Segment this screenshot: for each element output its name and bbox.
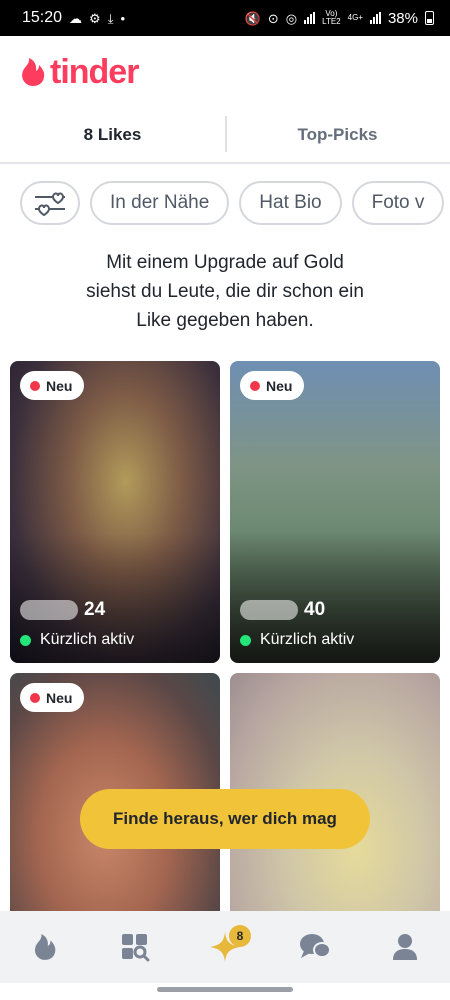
profile-icon [393, 934, 417, 960]
filter-chip-has-bio[interactable]: Hat Bio [239, 181, 342, 225]
home-indicator[interactable] [157, 987, 293, 992]
likes-count-badge: 8 [229, 925, 251, 947]
filter-bar: In der Nähe Hat Bio Foto v [20, 181, 450, 225]
card-age: 40 [304, 599, 326, 620]
volte-label: Vo) LTE2 [322, 10, 341, 26]
notification-dot-icon: • [120, 10, 126, 26]
card-age: 24 [84, 599, 106, 620]
new-dot-icon [30, 380, 40, 391]
flame-icon [34, 934, 56, 960]
logo-text: tinder [50, 52, 139, 91]
new-badge: Neu [20, 371, 85, 400]
likes-tabs: 8 Likes Top-Picks [0, 108, 450, 164]
mute-icon: 🔇 [244, 10, 261, 26]
like-card[interactable]: Neu 24 Kürzlich aktiv [10, 361, 220, 663]
card-info: 40 Kürzlich aktiv [240, 599, 430, 649]
filter-chip-photo[interactable]: Foto v [351, 181, 445, 225]
nav-profile[interactable] [375, 917, 435, 977]
nav-explore[interactable] [105, 917, 165, 977]
location-icon: ⊙ [267, 10, 279, 26]
battery-icon [425, 11, 434, 25]
active-status: Kürzlich aktiv [20, 631, 210, 649]
name-row: 24 [20, 599, 210, 621]
explore-icon [122, 934, 150, 962]
filter-sliders-icon [35, 192, 65, 217]
online-dot-icon [20, 634, 31, 646]
settings-icon: ⚙ [89, 10, 101, 26]
active-status-label: Kürzlich aktiv [40, 631, 135, 648]
network-4g-label: 4G+ [347, 13, 363, 22]
new-badge: Neu [20, 683, 85, 712]
new-badge-label: Neu [46, 377, 73, 394]
filter-chip-nearby[interactable]: In der Nähe [90, 181, 230, 225]
upgrade-line-3: Like gegeben haben. [136, 310, 314, 331]
download-icon: ⤓ [107, 10, 114, 26]
status-bar-left: 15:20 ☁ ⚙ ⤓ • [22, 9, 125, 27]
blurred-name [20, 600, 78, 620]
online-dot-icon [240, 634, 251, 646]
tab-divider [225, 116, 227, 152]
chat-icon [300, 934, 331, 958]
signal-2-icon [369, 12, 381, 24]
active-status-label: Kürzlich aktiv [260, 631, 355, 648]
active-status: Kürzlich aktiv [240, 631, 430, 649]
new-badge-label: Neu [266, 377, 293, 394]
nav-likes[interactable]: 8 [195, 917, 255, 977]
status-bar: 15:20 ☁ ⚙ ⤓ • 🔇 ⊙ ◎ Vo) LTE2 4G+ 38% [0, 0, 450, 36]
cloud-icon: ☁ [69, 10, 83, 26]
nav-chat[interactable] [285, 917, 345, 977]
status-bar-right: 🔇 ⊙ ◎ Vo) LTE2 4G+ 38% [245, 10, 434, 27]
tinder-logo: tinder [20, 52, 139, 92]
new-dot-icon [250, 380, 260, 391]
hotspot-icon: ◎ [285, 10, 298, 26]
card-info: 24 Kürzlich aktiv [20, 599, 210, 649]
volte-label-bottom: LTE2 [322, 17, 341, 26]
signal-icon [304, 12, 316, 24]
nav-swipe[interactable] [15, 917, 75, 977]
find-out-who-likes-you-button[interactable]: Finde heraus, wer dich mag [80, 789, 370, 849]
status-time: 15:20 [22, 9, 63, 26]
upgrade-line-1: Mit einem Upgrade auf Gold [106, 252, 344, 273]
bottom-nav: 8 [0, 911, 450, 983]
blurred-name [240, 600, 298, 620]
tab-top-picks[interactable]: Top-Picks [225, 108, 450, 162]
filter-settings-button[interactable] [20, 181, 80, 225]
battery-percent: 38% [387, 9, 418, 27]
tab-likes[interactable]: 8 Likes [0, 108, 225, 162]
new-badge-label: Neu [46, 689, 73, 706]
name-row: 40 [240, 599, 430, 621]
new-dot-icon [30, 692, 40, 703]
like-card[interactable]: Neu 40 Kürzlich aktiv [230, 361, 440, 663]
flame-logo-icon [22, 58, 45, 86]
upgrade-line-2: siehst du Leute, die dir schon ein [86, 281, 364, 302]
new-badge: Neu [240, 371, 305, 400]
app-header: tinder [0, 36, 450, 108]
upgrade-message: Mit einem Upgrade auf Gold siehst du Leu… [40, 248, 410, 335]
